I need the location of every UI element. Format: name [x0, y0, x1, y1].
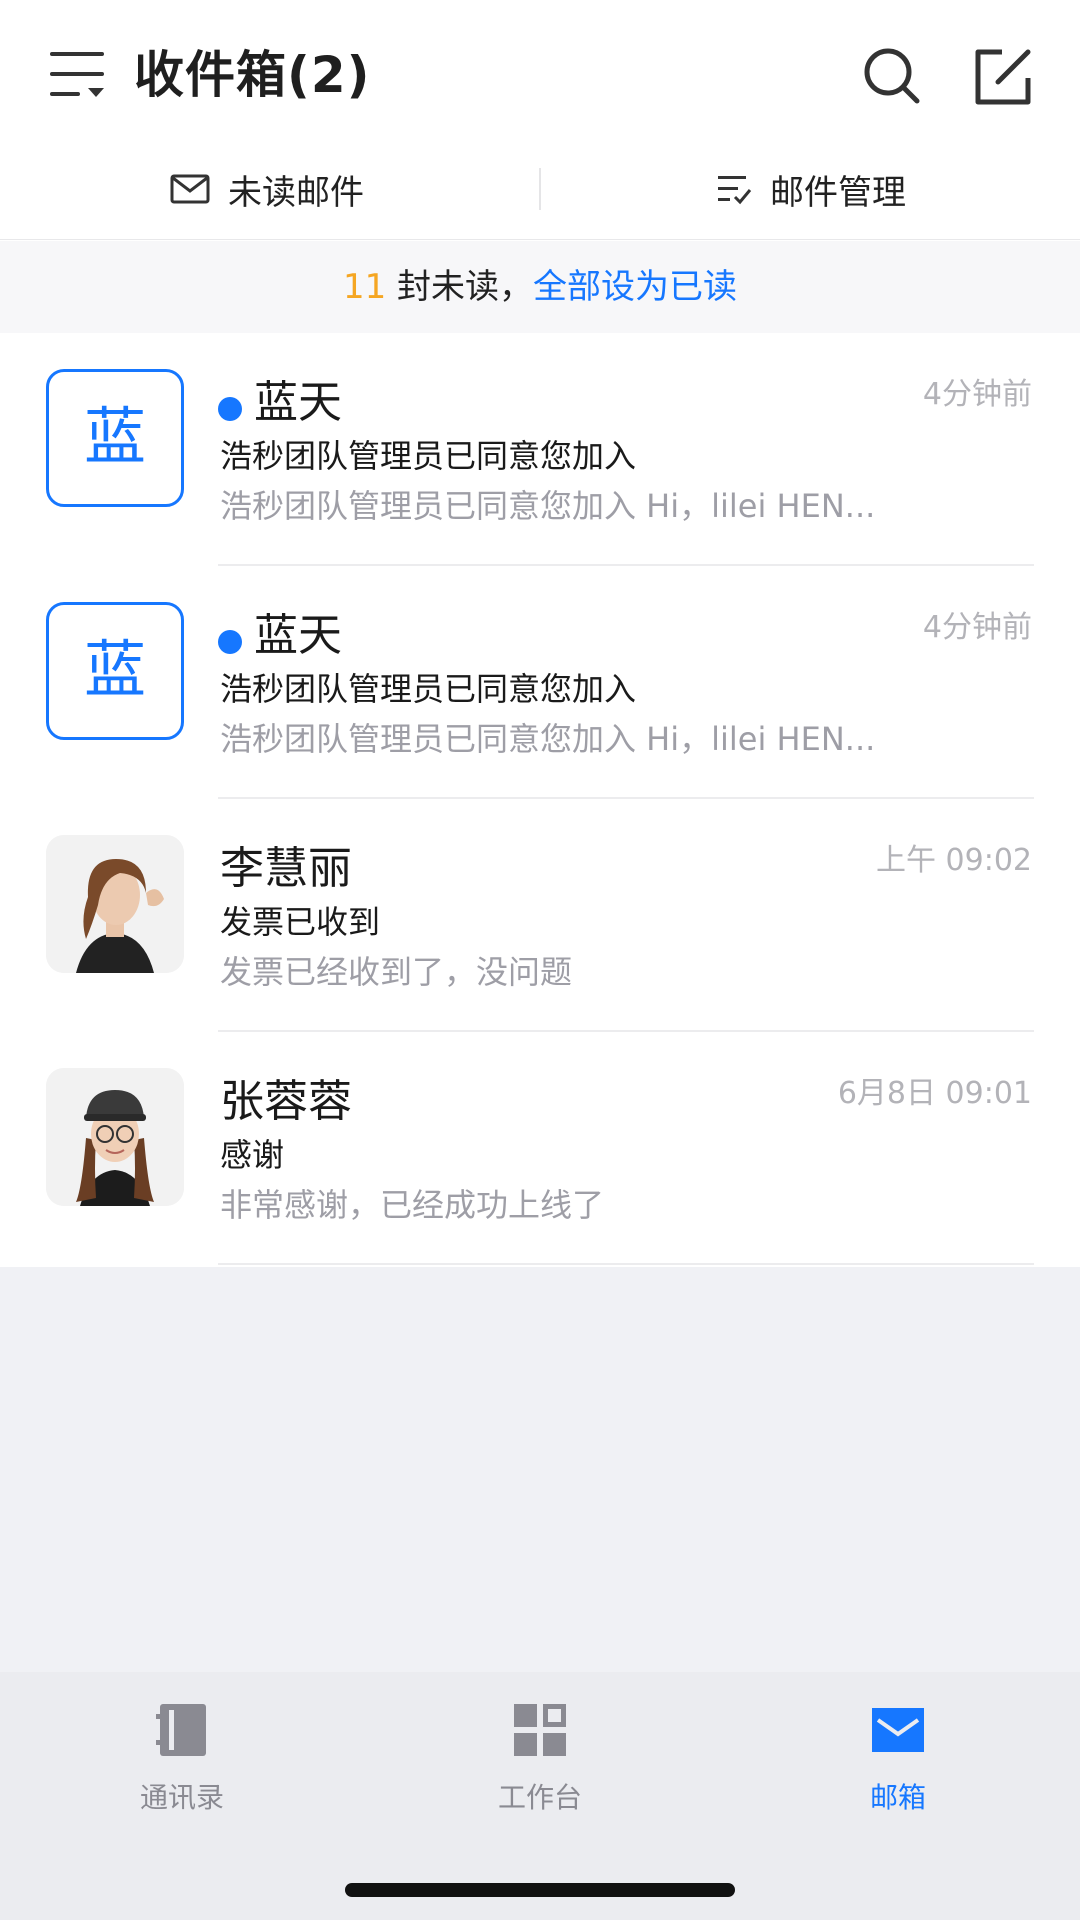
avatar: [46, 1068, 184, 1206]
avatar: 蓝: [46, 369, 184, 507]
unread-dot-icon: [218, 397, 242, 421]
divider: [218, 1263, 1034, 1265]
mail-time: 上午 09:02: [876, 843, 1032, 878]
mail-time: 4分钟前: [922, 377, 1032, 412]
mail-icon: [870, 1702, 926, 1758]
mail-list-item[interactable]: 蓝 蓝天 4分钟前 浩秒团队管理员已同意您加入 浩秒团队管理员已同意您加入 Hi…: [0, 566, 1080, 799]
avatar: [46, 835, 184, 973]
unread-notice-bar: 11 封未读，全部设为已读: [0, 241, 1080, 333]
contacts-book-icon: [154, 1702, 210, 1758]
unread-mail-button[interactable]: 未读邮件: [170, 150, 364, 228]
unread-mail-label: 未读邮件: [228, 172, 364, 213]
tab-contacts-label: 通讯录: [139, 1781, 224, 1814]
mail-preview: 非常感谢，已经成功上线了: [220, 1186, 605, 1224]
page-title: 收件箱(2): [134, 46, 371, 104]
mail-subject: 发票已收到: [220, 903, 381, 941]
envelope-icon: [170, 174, 210, 204]
mail-subject: 感谢: [220, 1136, 285, 1174]
app-header: 收件箱(2): [0, 0, 1080, 150]
search-icon[interactable]: [862, 46, 922, 106]
mail-preview: 浩秒团队管理员已同意您加入 Hi，lilei HEN...: [220, 720, 876, 758]
compose-icon[interactable]: [972, 46, 1034, 108]
mail-sender: 蓝天: [254, 610, 342, 661]
tab-contacts[interactable]: 通讯录: [82, 1702, 282, 1816]
mail-time: 4分钟前: [922, 610, 1032, 645]
toolbar-divider: [539, 168, 541, 210]
mail-toolbar: 未读邮件 邮件管理: [0, 150, 1080, 240]
mail-list-item[interactable]: 蓝 蓝天 4分钟前 浩秒团队管理员已同意您加入 浩秒团队管理员已同意您加入 Hi…: [0, 333, 1080, 566]
tab-workbench[interactable]: 工作台: [440, 1702, 640, 1816]
mail-preview: 浩秒团队管理员已同意您加入 Hi，lilei HEN...: [220, 487, 876, 525]
tab-workbench-label: 工作台: [497, 1781, 582, 1814]
avatar: 蓝: [46, 602, 184, 740]
mail-sender: 张蓉蓉: [220, 1076, 352, 1127]
mail-subject: 浩秒团队管理员已同意您加入: [220, 437, 637, 475]
menu-icon[interactable]: [48, 48, 108, 100]
home-indicator[interactable]: [345, 1883, 735, 1897]
tab-mail-label: 邮箱: [869, 1781, 926, 1814]
mail-list-item[interactable]: 李慧丽 上午 09:02 发票已收到 发票已经收到了，没问题: [0, 799, 1080, 1032]
mail-time: 6月8日 09:01: [837, 1076, 1032, 1111]
unread-dot-icon: [218, 630, 242, 654]
mail-sender: 李慧丽: [220, 843, 352, 894]
tab-mail[interactable]: 邮箱: [798, 1702, 998, 1816]
mark-all-read-link[interactable]: 全部设为已读: [533, 267, 737, 307]
manage-list-icon: [718, 176, 752, 205]
mail-manage-button[interactable]: 邮件管理: [716, 150, 906, 228]
mail-sender: 蓝天: [254, 377, 342, 428]
mail-list-item[interactable]: 张蓉蓉 6月8日 09:01 感谢 非常感谢，已经成功上线了: [0, 1032, 1080, 1265]
unread-notice-text: 封未读，: [386, 267, 534, 307]
mail-manage-label: 邮件管理: [770, 172, 906, 213]
unread-count: 11: [342, 267, 387, 307]
grid-icon: [512, 1702, 568, 1758]
mail-subject: 浩秒团队管理员已同意您加入: [220, 670, 637, 708]
mail-preview: 发票已经收到了，没问题: [220, 953, 573, 991]
